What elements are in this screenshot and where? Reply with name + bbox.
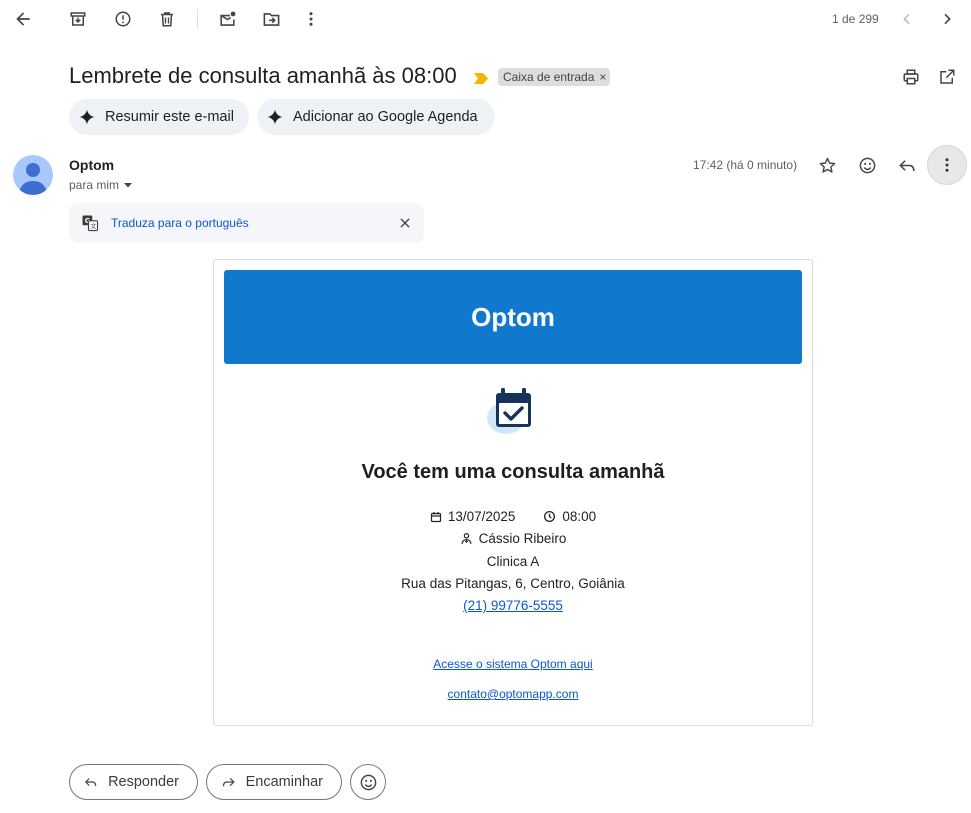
close-icon[interactable]	[398, 216, 412, 230]
recipient-text: para mim	[69, 178, 120, 192]
contact-email-link[interactable]: contato@optomapp.com	[448, 687, 579, 701]
person-avatar-icon	[19, 163, 47, 195]
clock-icon	[544, 510, 556, 523]
reply-button[interactable]: Responder	[69, 764, 198, 800]
inbox-label-text: Caixa de entrada	[503, 70, 595, 84]
report-spam-icon[interactable]	[107, 3, 139, 35]
forward-icon	[222, 777, 235, 787]
sparkle-icon	[267, 109, 283, 125]
translate-bar: G文 Traduza para o português	[69, 203, 424, 243]
brand-banner: Optom	[224, 270, 802, 364]
appointment-date: 13/07/2025	[447, 509, 516, 524]
email-heading: Você tem uma consulta amanhã	[361, 461, 665, 483]
recipient-details[interactable]: para mim	[69, 178, 133, 192]
system-access-link[interactable]: Acesse o sistema Optom aqui	[433, 657, 592, 671]
clinic-address: Rua das Pitangas, 6, Centro, Goiânia	[401, 576, 625, 591]
page-counter: 1 de 299	[832, 12, 879, 26]
archive-icon[interactable]	[62, 3, 94, 35]
emoji-react-icon[interactable]	[851, 149, 883, 181]
sender-avatar[interactable]	[13, 155, 53, 195]
toolbar-divider	[197, 9, 198, 29]
doctor-row: Cássio Ribeiro	[224, 531, 802, 546]
doctor-icon	[461, 533, 472, 544]
forward-button[interactable]: Encaminhar	[206, 764, 342, 800]
mark-unread-icon[interactable]	[211, 3, 243, 35]
summarize-email-button[interactable]: Resumir este e-mail	[69, 99, 249, 135]
system-link-row: Acesse o sistema Optom aqui	[224, 657, 802, 671]
sparkle-icon	[79, 109, 95, 125]
translate-link[interactable]: Traduza para o português	[111, 216, 398, 230]
emoji-icon	[360, 774, 376, 790]
remove-label-icon[interactable]: ×	[599, 70, 606, 84]
appointment-datetime: 13/07/2025 08:00	[224, 509, 802, 524]
importance-marker-icon[interactable]	[474, 71, 488, 89]
back-arrow-icon[interactable]	[7, 3, 39, 35]
open-new-window-icon[interactable]	[931, 61, 963, 93]
calendar-check-icon	[484, 385, 536, 442]
phone-row: (21) 99776-5555	[224, 598, 802, 613]
reply-icon[interactable]	[891, 149, 923, 181]
contact-email-row: contato@optomapp.com	[224, 687, 802, 701]
sender-name[interactable]: Optom	[69, 157, 114, 173]
reply-label: Responder	[108, 774, 179, 790]
message-more-icon[interactable]	[927, 145, 967, 185]
message-time: 17:42 (há 0 minuto)	[693, 158, 798, 172]
caret-down-icon	[124, 183, 133, 188]
summarize-email-label: Resumir este e-mail	[105, 109, 234, 125]
delete-icon[interactable]	[151, 3, 183, 35]
emoji-reaction-button[interactable]	[350, 764, 386, 800]
svg-text:文: 文	[90, 222, 96, 230]
add-to-calendar-label: Adicionar ao Google Agenda	[293, 109, 478, 125]
add-to-calendar-button[interactable]: Adicionar ao Google Agenda	[257, 99, 495, 135]
move-to-icon[interactable]	[255, 3, 287, 35]
translate-icon: G文	[82, 215, 99, 232]
star-icon[interactable]	[811, 149, 843, 181]
phone-link[interactable]: (21) 99776-5555	[463, 598, 563, 613]
newer-chevron-left-icon[interactable]	[891, 3, 923, 35]
forward-label: Encaminhar	[245, 774, 323, 790]
print-icon[interactable]	[895, 61, 927, 93]
email-subject: Lembrete de consulta amanhã às 08:00	[69, 63, 457, 88]
calendar-icon	[430, 511, 441, 522]
appointment-time: 08:00	[562, 509, 597, 524]
more-vert-icon[interactable]	[295, 3, 327, 35]
doctor-name: Cássio Ribeiro	[478, 531, 567, 546]
inbox-label-chip: Caixa de entrada ×	[498, 68, 611, 86]
reply-icon	[84, 778, 97, 787]
clinic-name: Clinica A	[486, 554, 540, 569]
older-chevron-right-icon[interactable]	[931, 3, 963, 35]
